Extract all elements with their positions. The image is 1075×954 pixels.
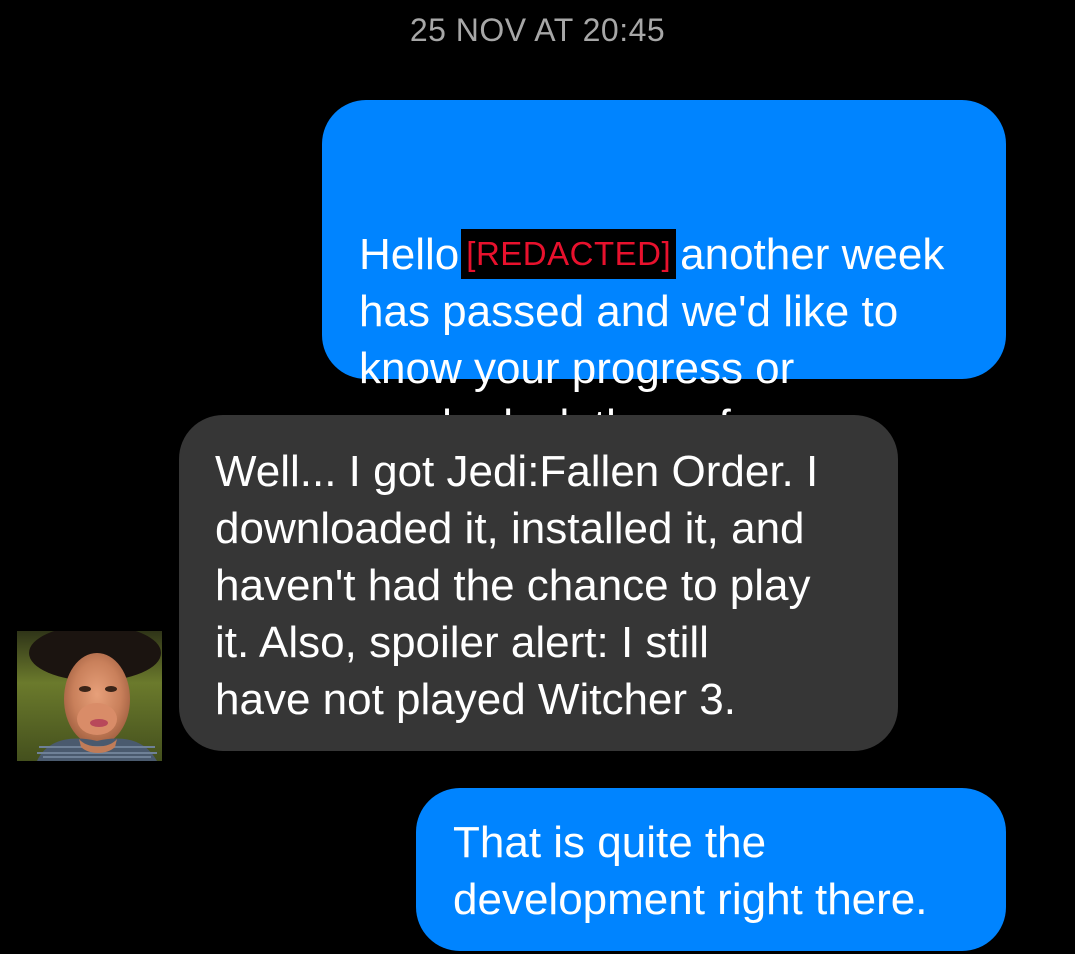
message-line: development right there. [453,875,928,924]
message-line: has passed and we'd like to [359,287,899,336]
message-text: That is quite the development right ther… [453,814,993,928]
contact-avatar[interactable] [17,631,162,761]
message-line: Hello [REDACTED] another week [359,226,989,283]
message-timestamp: 25 NOV AT 20:45 [409,12,666,48]
incoming-message-bubble[interactable]: Well... I got Jedi:Fallen Order. I downl… [179,415,898,751]
message-line: have not played Witcher 3. [215,675,736,724]
message-line: know your progress or [359,344,795,393]
avatar-photo-icon [17,631,162,761]
outgoing-message-bubble[interactable]: That is quite the development right ther… [416,788,1006,951]
message-text: Well... I got Jedi:Fallen Order. I downl… [215,443,875,728]
message-fragment: another week [680,230,945,279]
outgoing-message-bubble[interactable]: Hello [REDACTED] another week has passed a… [322,100,1006,450]
redacted-label: [REDACTED] [461,229,677,279]
message-line: it. Also, spoiler alert: I still [215,618,709,667]
message-fragment: Hello [359,230,460,279]
message-line: downloaded it, installed it, and [215,504,805,553]
message-line: haven't had the chance to play [215,561,811,610]
message-line: Well... I got Jedi:Fallen Order. I [215,447,819,496]
message-line: That is quite the [453,818,767,867]
